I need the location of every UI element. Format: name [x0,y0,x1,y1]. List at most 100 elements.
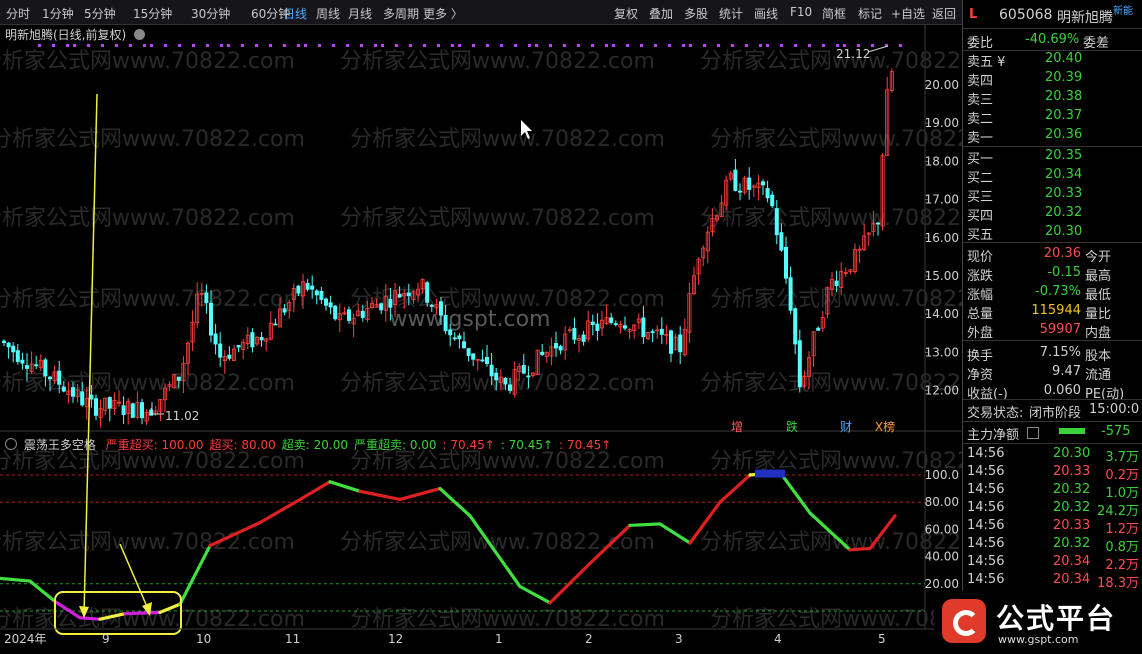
candle-body [250,332,255,348]
tick-price: 20.34 [1053,554,1091,569]
tick-price: 20.33 [1053,518,1091,533]
candle-body [489,364,494,377]
new-label[interactable]: 新能 [1113,2,1133,17]
candle-body [733,169,738,191]
candle-body [319,290,324,300]
ask-label: 卖四 [967,74,994,89]
signal-dot [360,44,363,47]
toolbar-item-9[interactable]: 多周期 [383,5,419,22]
toolbar-right-item-6[interactable]: 简框 [822,5,846,22]
ask-label: 卖二 [967,112,994,127]
signal-dot [668,44,671,47]
oscillator-segment [0,576,32,583]
low-label: 11.02 [165,409,199,423]
main-flow-value: -575 [1101,424,1131,439]
toolbar-right-item-2[interactable]: 多股 [684,5,708,22]
event-marker[interactable]: X榜 [875,419,895,434]
candle-body [669,330,674,354]
toolbar-item-8[interactable]: 月线 [348,5,372,22]
toolbar-right-item-7[interactable]: 标记 [858,5,882,22]
indicator-settings-icon[interactable] [5,438,17,450]
price-tick-label: 17.00 [925,193,959,207]
tick-time: 14:56 [967,464,1005,479]
signal-dot [591,44,594,47]
indicator-tick-label: 100.0 [925,468,959,482]
candle-body [388,298,393,308]
main-chart-title-text: 明新旭腾(日线,前复权) [5,28,127,42]
toolbar-item-7[interactable]: 周线 [316,5,340,22]
signal-dot [318,44,321,47]
oscillator-segment [778,470,812,515]
signal-dot [143,44,146,47]
stat-label: 外盘 [967,326,994,341]
candle-body [346,309,351,321]
toolbar-item-3[interactable]: 15分钟 [133,5,172,22]
candle-body [876,222,881,225]
watermark-text: 分析家公式网www.70822.com [0,206,295,231]
toolbar-right-item-1[interactable]: 叠加 [649,5,673,22]
trade-status-row: 交易状态: 闭市阶段 15:00:0 [963,401,1142,421]
weibi-row: 委比 -40.69% 委差 [963,31,1142,51]
tick-volume: 18.3万 [1097,576,1139,591]
signal-dot [220,44,223,47]
price-tick-label: 12.00 [925,384,959,398]
toolbar-item-2[interactable]: 5分钟 [84,5,116,22]
candle-body [761,181,766,186]
watermark-text: 分析家公式网www.70822.com [340,206,655,231]
trade-status-label: 交易状态: [967,406,1024,421]
toolbar-item-6[interactable]: 日线 [283,5,307,22]
time-axis-label: 1 [495,632,503,646]
watermark-text: 分析家公式网www.70822.com [700,206,962,231]
toolbar-right-item-5[interactable]: F10 [790,5,812,19]
event-marker[interactable]: 增 [731,420,743,434]
signal-dot [206,44,209,47]
signal-dot [101,44,104,47]
candle-body [48,376,53,380]
candle-body [107,397,112,409]
price-tick-label: 20.00 [925,78,959,92]
stat-right-label: 最低 [1085,288,1112,303]
toolbar-right-item-9[interactable]: 返回 [932,5,956,22]
stat-label: 净资 [967,368,994,383]
tick-price: 20.30 [1053,446,1091,461]
stat-right-label: 流通 [1085,368,1112,383]
candle-body [71,387,76,397]
tick-row: 14:56 20.33 1.2万 [963,517,1142,537]
stock-code: 605068 [999,7,1053,23]
signal-dot [115,44,118,47]
candle-body [57,370,62,385]
logo-url: www.gspt.com [998,633,1079,646]
flow-toggle-icon[interactable] [1027,427,1039,439]
watermark-text: 分析家公式网www.70822.com [0,287,305,312]
candle-body [406,292,411,297]
toolbar-item-1[interactable]: 1分钟 [42,5,74,22]
toolbar-right-item-3[interactable]: 统计 [719,5,743,22]
gspt-logo: 公式平台 www.gspt.com [934,591,1142,654]
signal-dot [52,44,55,47]
separator [963,399,1142,400]
event-marker[interactable]: 跌 [786,419,798,434]
toolbar-right-item-0[interactable]: 复权 [614,5,638,22]
signal-dot [689,44,692,47]
signal-dot [241,44,244,47]
time-axis-label: 9 [102,632,110,646]
separator [963,443,1142,444]
tick-time: 14:56 [967,518,1005,533]
toolbar-item-10[interactable]: 更多 〉 [423,5,463,22]
toolbar-item-4[interactable]: 30分钟 [191,5,230,22]
signal-dot [437,44,440,47]
stat-value: 59907 [1039,322,1081,337]
toolbar-item-0[interactable]: 分时 [6,5,30,22]
signal-dot [899,44,902,47]
settings-circle-icon[interactable] [134,29,146,40]
toolbar-right-item-4[interactable]: 画线 [754,5,778,22]
toolbar-right-item-8[interactable]: +自选 [891,5,925,22]
signal-dot [73,44,76,47]
tick-price: 20.32 [1053,482,1091,497]
candle-body [623,325,628,329]
ask-price: 20.38 [1045,89,1083,104]
signal-dot [808,44,811,47]
event-marker[interactable]: 财 [840,420,852,434]
tick-time: 14:56 [967,446,1005,461]
candle-body [503,377,508,385]
